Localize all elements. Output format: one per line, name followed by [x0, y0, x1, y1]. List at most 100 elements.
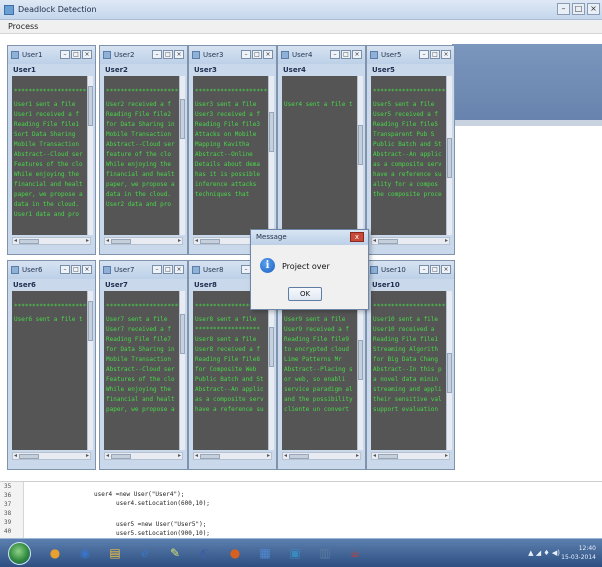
log-text-area[interactable]: ****************************** User3 sent…	[193, 76, 272, 235]
scroll-thumb[interactable]	[200, 454, 220, 459]
horizontal-scrollbar[interactable]: ◂▸	[371, 452, 450, 460]
close-button[interactable]: ×	[587, 3, 600, 15]
horizontal-scrollbar[interactable]: ◂▸	[104, 237, 183, 245]
maximize-button[interactable]: □	[430, 265, 440, 274]
close-button[interactable]: ×	[174, 50, 184, 59]
notes-icon[interactable]: ✎	[164, 543, 186, 563]
scroll-right-icon[interactable]: ▸	[445, 453, 448, 459]
media-player-icon[interactable]: ◉	[74, 543, 96, 563]
scroll-thumb[interactable]	[111, 454, 131, 459]
vertical-scrollbar[interactable]	[446, 291, 452, 450]
horizontal-scrollbar[interactable]: ◂▸	[12, 452, 91, 460]
vertical-scrollbar[interactable]	[268, 291, 274, 450]
maximize-button[interactable]: □	[430, 50, 440, 59]
tray-icons[interactable]: ▲ ◢ ♦ ◀)	[528, 549, 560, 557]
maximize-button[interactable]: □	[163, 265, 173, 274]
scroll-thumb[interactable]	[180, 99, 185, 139]
vertical-scrollbar[interactable]	[268, 76, 274, 235]
ok-button[interactable]: OK	[288, 287, 322, 301]
horizontal-scrollbar[interactable]: ◂▸	[104, 452, 183, 460]
scroll-right-icon[interactable]: ▸	[178, 238, 181, 244]
scroll-thumb[interactable]	[447, 138, 452, 178]
scroll-thumb[interactable]	[378, 239, 398, 244]
java-icon[interactable]: ☕	[344, 543, 366, 563]
firefox-icon[interactable]: ●	[224, 543, 246, 563]
close-button[interactable]: ×	[352, 50, 362, 59]
paint-icon[interactable]: ▦	[254, 543, 276, 563]
calculator-icon[interactable]: ▥	[314, 543, 336, 563]
horizontal-scrollbar[interactable]: ◂▸	[282, 452, 361, 460]
horizontal-scrollbar[interactable]: ◂▸	[12, 237, 91, 245]
scroll-right-icon[interactable]: ▸	[267, 453, 270, 459]
minimize-button[interactable]: –	[557, 3, 570, 15]
maximize-button[interactable]: □	[252, 50, 262, 59]
vertical-scrollbar[interactable]	[357, 291, 363, 450]
log-text-area[interactable]: ****************************** User1 sent…	[12, 76, 91, 235]
minimize-button[interactable]: –	[330, 50, 340, 59]
scroll-right-icon[interactable]: ▸	[356, 453, 359, 459]
scroll-right-icon[interactable]: ▸	[86, 238, 89, 244]
scroll-left-icon[interactable]: ◂	[284, 453, 287, 459]
scroll-left-icon[interactable]: ◂	[195, 238, 198, 244]
scroll-left-icon[interactable]: ◂	[106, 238, 109, 244]
minimize-button[interactable]: –	[419, 265, 429, 274]
scroll-thumb[interactable]	[200, 239, 220, 244]
close-button[interactable]: ×	[263, 50, 273, 59]
vertical-scrollbar[interactable]	[87, 291, 93, 450]
vmware-icon[interactable]: ▣	[284, 543, 306, 563]
scroll-thumb[interactable]	[88, 301, 93, 341]
scroll-thumb[interactable]	[358, 340, 363, 380]
scroll-thumb[interactable]	[289, 454, 309, 459]
folder-icon[interactable]: ▤	[104, 543, 126, 563]
close-button[interactable]: ×	[82, 265, 92, 274]
maximize-button[interactable]: □	[71, 50, 81, 59]
minimize-button[interactable]: –	[152, 265, 162, 274]
tray-clock[interactable]: 12:40 15-03-2014	[561, 544, 596, 562]
ie-icon[interactable]: ℯ	[134, 543, 156, 563]
code-editor[interactable]: 35 36 37 38 39 40 user4 =new User("User4…	[0, 481, 602, 539]
vertical-scrollbar[interactable]	[446, 76, 452, 235]
close-button[interactable]: ×	[441, 265, 451, 274]
ie-icon[interactable]: ●	[44, 543, 66, 563]
log-text-area[interactable]: ****************************** User10 sen…	[371, 291, 450, 450]
scroll-left-icon[interactable]: ◂	[106, 453, 109, 459]
minimize-button[interactable]: –	[152, 50, 162, 59]
scroll-thumb[interactable]	[378, 454, 398, 459]
close-button[interactable]: ×	[82, 50, 92, 59]
log-text-area[interactable]: ******************************User9 sent…	[282, 291, 361, 450]
log-text-area[interactable]: ****************************** User2 rece…	[104, 76, 183, 235]
scroll-left-icon[interactable]: ◂	[195, 453, 198, 459]
horizontal-scrollbar[interactable]: ◂▸	[193, 452, 272, 460]
log-text-area[interactable]: ****************************** User7 sent…	[104, 291, 183, 450]
eclipse-icon[interactable]: ◐	[194, 543, 216, 563]
dialog-close-button[interactable]: x	[350, 232, 364, 242]
scroll-right-icon[interactable]: ▸	[445, 238, 448, 244]
log-text-area[interactable]: User4 sent a file t	[282, 76, 361, 235]
maximize-button[interactable]: □	[163, 50, 173, 59]
scroll-thumb[interactable]	[180, 314, 185, 354]
scroll-thumb[interactable]	[19, 239, 39, 244]
minimize-button[interactable]: –	[60, 50, 70, 59]
scroll-thumb[interactable]	[358, 125, 363, 165]
minimize-button[interactable]: –	[241, 50, 251, 59]
maximize-button[interactable]: □	[572, 3, 585, 15]
scroll-thumb[interactable]	[447, 353, 452, 393]
start-button[interactable]	[8, 542, 31, 565]
log-text-area[interactable]: ****************************** User5 sent…	[371, 76, 450, 235]
minimize-button[interactable]: –	[419, 50, 429, 59]
vertical-scrollbar[interactable]	[357, 76, 363, 235]
maximize-button[interactable]: □	[71, 265, 81, 274]
vertical-scrollbar[interactable]	[87, 76, 93, 235]
vertical-scrollbar[interactable]	[179, 291, 185, 450]
scroll-thumb[interactable]	[269, 327, 274, 367]
scroll-right-icon[interactable]: ▸	[86, 453, 89, 459]
scroll-left-icon[interactable]: ◂	[14, 453, 17, 459]
scroll-thumb[interactable]	[88, 86, 93, 126]
scroll-thumb[interactable]	[269, 112, 274, 152]
vertical-scrollbar[interactable]	[179, 76, 185, 235]
close-button[interactable]: ×	[441, 50, 451, 59]
scroll-left-icon[interactable]: ◂	[14, 238, 17, 244]
close-button[interactable]: ×	[174, 265, 184, 274]
scroll-left-icon[interactable]: ◂	[373, 453, 376, 459]
log-text-area[interactable]: ******************************User8 sent…	[193, 291, 272, 450]
